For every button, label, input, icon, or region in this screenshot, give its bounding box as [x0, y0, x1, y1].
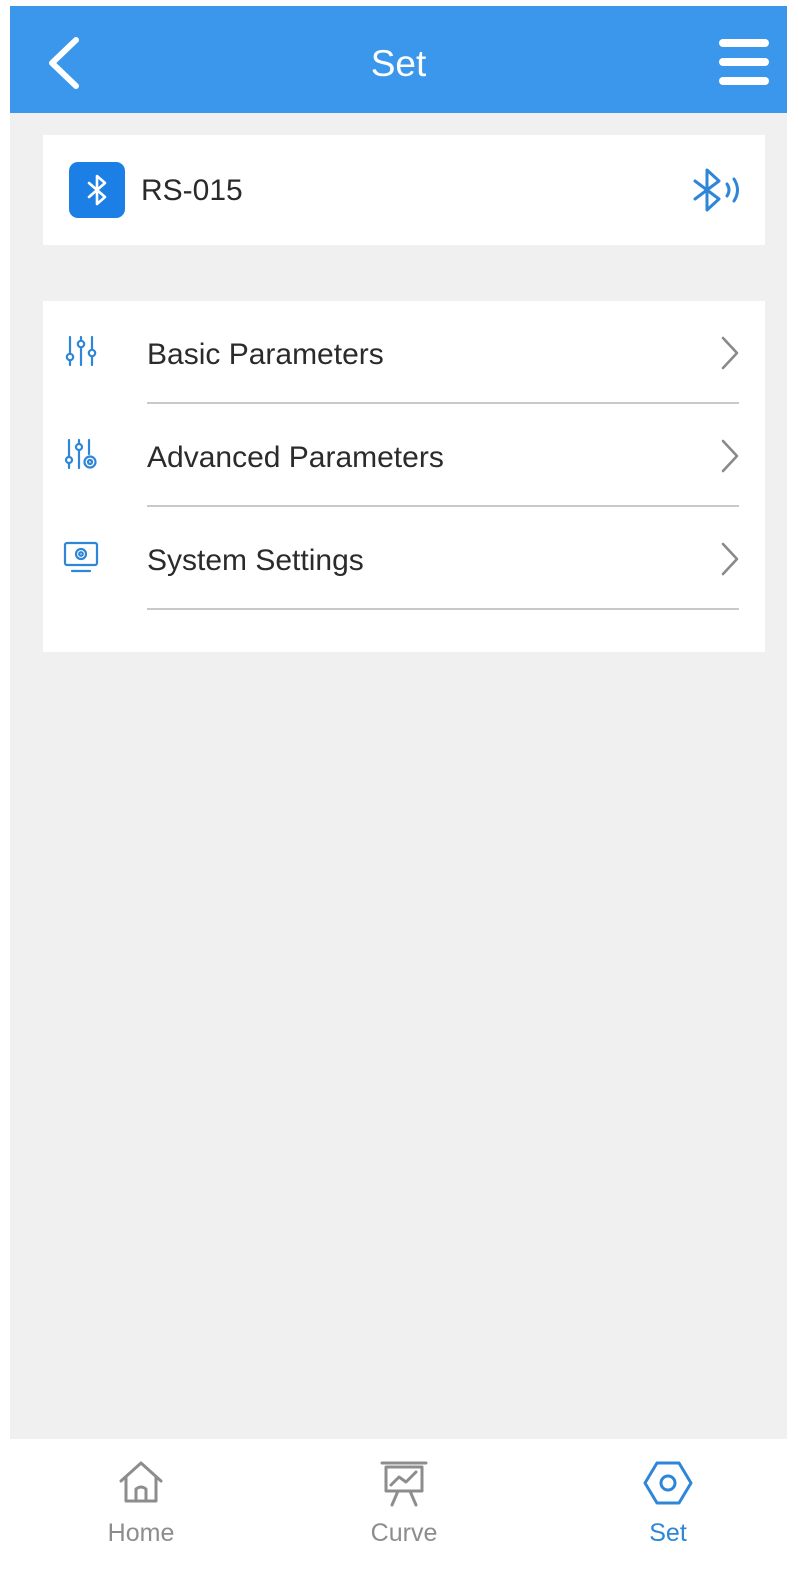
tab-label: Set — [649, 1519, 687, 1547]
page-title: Set — [370, 43, 427, 84]
menu-item-advanced-parameters[interactable]: Advanced Parameters — [43, 404, 765, 507]
bottom-tab-bar: Home Curve Set — [10, 1439, 787, 1589]
app-screen: Set RS-015 Basic Parameters Advanced Par… — [10, 6, 787, 1589]
menu-item-system-settings[interactable]: System Settings — [43, 507, 765, 610]
tab-home[interactable]: Home — [61, 1439, 221, 1589]
chevron-right-icon — [721, 336, 739, 370]
menu-item-label: System Settings — [147, 544, 364, 577]
bluetooth-badge — [69, 162, 125, 218]
chevron-right-icon — [721, 542, 739, 576]
tab-label: Home — [107, 1519, 175, 1547]
menu-item-label: Basic Parameters — [147, 338, 384, 371]
menu-item-label: Advanced Parameters — [147, 441, 444, 474]
hex-gear-icon — [643, 1461, 693, 1505]
tab-set[interactable]: Set — [588, 1439, 748, 1589]
chart-board-icon — [380, 1461, 428, 1507]
sliders-icon — [65, 335, 97, 367]
chevron-right-icon — [721, 439, 739, 473]
bluetooth-signal-icon[interactable] — [689, 165, 745, 217]
device-card[interactable]: RS-015 — [43, 135, 765, 245]
sliders-gear-icon — [64, 438, 97, 470]
monitor-gear-icon — [63, 541, 99, 573]
menu-item-basic-parameters[interactable]: Basic Parameters — [43, 301, 765, 404]
tab-label: Curve — [370, 1519, 438, 1547]
hamburger-menu-icon[interactable] — [717, 36, 771, 88]
tab-curve[interactable]: Curve — [324, 1439, 484, 1589]
bluetooth-icon — [87, 174, 107, 206]
settings-menu: Basic Parameters Advanced Parameters Sys… — [43, 301, 765, 652]
divider — [147, 608, 739, 610]
home-icon — [119, 1461, 163, 1503]
top-app-bar: Set — [10, 6, 787, 113]
device-name: RS-015 — [141, 174, 243, 207]
